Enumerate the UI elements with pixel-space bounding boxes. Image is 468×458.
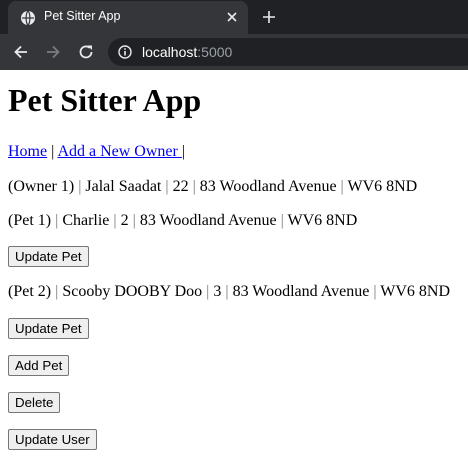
- owner-label: (Owner 1): [8, 178, 75, 195]
- separator: |: [369, 283, 381, 300]
- update-pet-button[interactable]: Update Pet: [8, 318, 89, 339]
- pet-postcode: WV6 8ND: [287, 212, 358, 229]
- owner-age: 22: [172, 178, 189, 195]
- pet-age: 2: [120, 212, 129, 229]
- info-icon[interactable]: [118, 45, 132, 59]
- pet-postcode: WV6 8ND: [380, 283, 451, 300]
- reload-icon[interactable]: [77, 43, 95, 61]
- separator: |: [51, 283, 63, 300]
- url-host: localhost: [142, 44, 198, 60]
- add-owner-link[interactable]: Add a New Owner: [57, 143, 181, 160]
- pet-address: 83 Woodland Avenue: [139, 212, 277, 229]
- url-port: :5000: [197, 44, 233, 60]
- pet-row: (Pet 1) | Charlie | 2 | 83 Woodland Aven…: [8, 211, 468, 231]
- pet-label: (Pet 2): [8, 283, 52, 300]
- globe-icon: [21, 10, 35, 26]
- nav-separator-trailing: |: [181, 143, 186, 160]
- owner-address: 83 Woodland Avenue: [199, 178, 337, 195]
- new-tab-icon[interactable]: [260, 8, 278, 26]
- separator: |: [336, 178, 348, 195]
- page-title: Pet Sitter App: [8, 82, 202, 118]
- pet-address: 83 Woodland Avenue: [232, 283, 370, 300]
- separator: |: [202, 283, 214, 300]
- separator: |: [276, 212, 288, 229]
- add-pet-button[interactable]: Add Pet: [8, 355, 70, 376]
- back-arrow-icon[interactable]: [12, 43, 30, 61]
- address-bar[interactable]: localhost:5000: [108, 38, 468, 66]
- pet-label: (Pet 1): [8, 212, 52, 229]
- url-text[interactable]: localhost:5000: [142, 44, 232, 60]
- update-pet-button[interactable]: Update Pet: [8, 246, 89, 267]
- owner-name: Jalal Saadat: [85, 178, 162, 195]
- owner-postcode: WV6 8ND: [347, 178, 418, 195]
- close-tab-icon[interactable]: [224, 9, 240, 25]
- delete-button[interactable]: Delete: [8, 392, 61, 413]
- pet-name: Charlie: [62, 212, 110, 229]
- separator: |: [161, 178, 173, 195]
- update-user-button[interactable]: Update User: [8, 429, 97, 450]
- separator: |: [188, 178, 200, 195]
- separator: |: [109, 212, 121, 229]
- add-owner-link-label: Add a New Owner: [57, 143, 178, 160]
- separator: |: [221, 283, 233, 300]
- owner-row: (Owner 1) | Jalal Saadat | 22 | 83 Woodl…: [8, 177, 468, 197]
- separator: |: [51, 212, 63, 229]
- browser-toolbar: localhost:5000: [0, 34, 468, 70]
- forward-arrow-icon[interactable]: [44, 43, 62, 61]
- tab-title: Pet Sitter App: [44, 9, 121, 23]
- pet-row: (Pet 2) | Scooby DOOBY Doo | 3 | 83 Wood…: [8, 282, 468, 302]
- page-content: Pet Sitter App Home | Add a New Owner | …: [8, 70, 468, 450]
- browser-tab[interactable]: Pet Sitter App: [8, 1, 248, 34]
- nav-separator: |: [47, 143, 58, 160]
- separator: |: [74, 178, 86, 195]
- separator: |: [128, 212, 140, 229]
- tab-strip: Pet Sitter App: [0, 0, 468, 34]
- nav-links: Home | Add a New Owner |: [8, 142, 468, 162]
- home-link[interactable]: Home: [8, 143, 47, 160]
- pet-name: Scooby DOOBY Doo: [62, 283, 203, 300]
